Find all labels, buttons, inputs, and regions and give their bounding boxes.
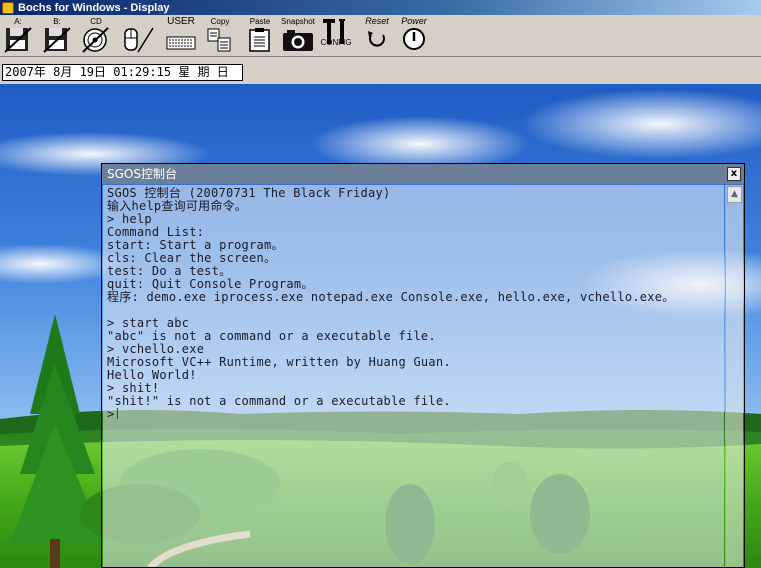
keyboard-icon	[166, 36, 196, 50]
snapshot-button[interactable]: Snapshot	[281, 17, 315, 54]
mouse-button[interactable]	[120, 17, 154, 54]
floppy-a-button[interactable]: A:	[3, 17, 33, 54]
cdrom-icon	[82, 27, 109, 53]
console-line: 输入help查询可用命令。	[107, 199, 248, 213]
mouse-icon	[124, 27, 154, 53]
reset-button[interactable]: Reset	[362, 17, 392, 52]
copy-icon	[207, 28, 231, 52]
scroll-up-arrow-icon[interactable]: ▲	[727, 186, 742, 203]
floppy-b-label: B:	[53, 17, 61, 26]
bochs-app-icon	[2, 1, 14, 14]
window-titlebar: Bochs for Windows - Display	[0, 0, 761, 15]
close-button[interactable]: x	[727, 167, 741, 181]
user-label: USER	[167, 16, 195, 27]
datetime-status: 2007年 8月 19日 01:29:15 星 期 日	[2, 64, 243, 81]
floppy-b-icon	[43, 27, 71, 53]
camera-icon	[283, 30, 313, 51]
paste-button[interactable]: Paste	[246, 17, 274, 54]
console-line: Microsoft VC++ Runtime, written by Huang…	[107, 355, 451, 369]
sgos-console-window: SGOS控制台 x SGOS 控制台 (20070731 The Black F…	[101, 163, 745, 568]
console-titlebar[interactable]: SGOS控制台	[102, 164, 744, 184]
console-line: Hello World!	[107, 368, 197, 382]
console-output[interactable]: SGOS 控制台 (20070731 The Black Friday) 输入he…	[103, 185, 724, 567]
paste-label: Paste	[249, 17, 271, 26]
cdrom-button[interactable]: CD	[81, 17, 111, 54]
reset-label: Reset	[365, 16, 389, 26]
text-cursor	[117, 408, 119, 419]
power-label: Power	[401, 16, 427, 26]
console-title: SGOS控制台	[107, 167, 177, 181]
power-icon	[403, 28, 425, 50]
power-button[interactable]: Power	[399, 17, 429, 52]
reset-icon	[368, 31, 385, 47]
floppy-a-label: A:	[14, 17, 22, 26]
paste-icon	[249, 28, 270, 52]
console-scrollbar[interactable]: ▲	[725, 185, 743, 567]
user-button[interactable]: USER	[165, 17, 197, 52]
floppy-a-icon	[4, 27, 32, 53]
cdrom-label: CD	[90, 17, 102, 26]
floppy-b-button[interactable]: B:	[42, 17, 72, 54]
console-line: "shit!" is not a command or a executable…	[107, 394, 451, 408]
copy-button[interactable]: Copy	[205, 17, 235, 54]
copy-label: Copy	[210, 17, 230, 26]
window-title: Bochs for Windows - Display	[18, 1, 170, 14]
console-line: >	[107, 408, 724, 421]
snapshot-label: Snapshot	[281, 17, 315, 26]
config-label: CONFIG	[320, 38, 352, 47]
bochs-toolbar: A: B: CD USER Copy Paste Snapshot CONFIG…	[0, 15, 761, 57]
console-line: 程序: demo.exe iprocess.exe notepad.exe Co…	[107, 290, 675, 304]
config-button[interactable]: CONFIG	[320, 17, 352, 47]
